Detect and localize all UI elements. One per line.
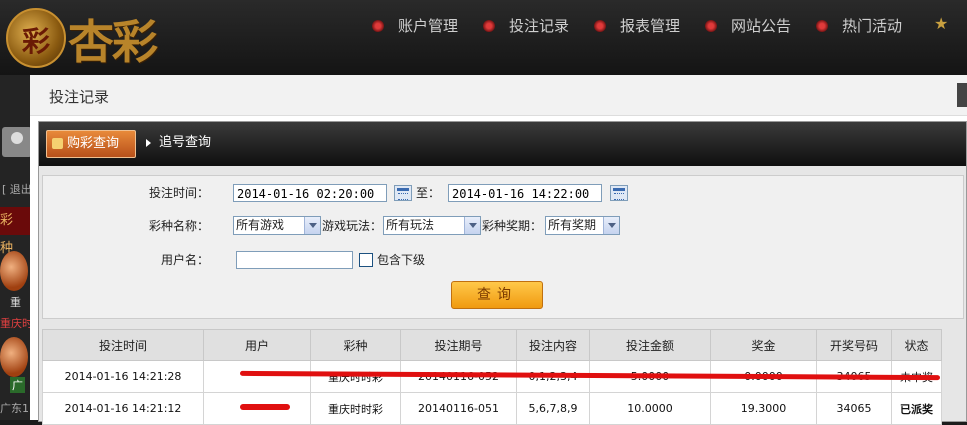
tab-label: 追号查询 — [159, 135, 212, 150]
to-label: 至： — [416, 186, 441, 200]
column-header[interactable]: 状态 — [891, 329, 942, 361]
column-header[interactable]: 投注时间 — [42, 329, 204, 361]
draw-period-select[interactable]: 所有奖期 — [545, 216, 620, 235]
bullet-icon — [594, 20, 606, 32]
dialog-title-bar[interactable]: 投注记录 — [30, 75, 967, 116]
nav-label: 网站公告 — [731, 17, 792, 35]
star-icon[interactable]: ★ — [934, 14, 948, 33]
column-header[interactable]: 奖金 — [710, 329, 817, 361]
redaction-stroke — [240, 404, 290, 410]
bullet-icon — [483, 20, 495, 32]
username-input[interactable] — [236, 251, 353, 269]
logout-link[interactable]: [ 退出 — [2, 181, 32, 197]
bullet-icon — [372, 20, 384, 32]
filter-panel: 投注时间： 2014-01-16 02:20:00 至： 2014-01-16 … — [42, 175, 964, 319]
nav-label: 热门活动 — [842, 17, 903, 35]
nav-label: 账户管理 — [398, 17, 459, 35]
table-header-row: 投注时间 用户 彩种 投注期号 投注内容 投注金额 奖金 开奖号码 状态 — [42, 329, 942, 361]
bullet-icon — [816, 20, 828, 32]
column-header[interactable]: 投注内容 — [516, 329, 590, 361]
sidebar-red-label: 重庆时 — [0, 317, 33, 330]
tabs-bar: 购彩查询 追号查询 — [39, 122, 966, 166]
nav-label: 投注记录 — [509, 17, 570, 35]
close-icon[interactable] — [957, 83, 967, 107]
bet-time-label: 投注时间： — [149, 186, 210, 200]
start-time-input[interactable]: 2014-01-16 02:20:00 — [233, 184, 387, 202]
cell-user — [203, 360, 311, 393]
include-subordinates-label: 包含下级 — [377, 253, 426, 267]
calendar-icon[interactable] — [610, 185, 628, 201]
sidebar-game-label: 重 — [10, 296, 21, 309]
calendar-icon[interactable] — [394, 185, 412, 201]
bet-records-dialog: 投注记录 购彩查询 追号查询 投注时间： 2014-01-16 02:20:00… — [30, 75, 967, 425]
username-label: 用户名： — [161, 253, 210, 267]
ticket-icon — [52, 138, 63, 149]
chevron-down-icon — [304, 217, 320, 234]
site-logo[interactable]: 彩 杏彩 — [4, 2, 194, 70]
bullet-icon — [705, 20, 717, 32]
game-select-value: 所有游戏 — [236, 218, 285, 232]
column-header[interactable]: 投注期号 — [400, 329, 517, 361]
arrow-right-icon — [146, 139, 151, 147]
end-time-input[interactable]: 2014-01-16 14:22:00 — [448, 184, 602, 202]
game-select[interactable]: 所有游戏 — [233, 216, 321, 235]
dialog-title: 投注记录 — [49, 88, 110, 106]
play-type-select[interactable]: 所有玩法 — [383, 216, 481, 235]
nav-label: 报表管理 — [620, 17, 681, 35]
logo-emblem-text: 彩 — [21, 25, 50, 58]
play-type-label: 游戏玩法： — [322, 219, 383, 233]
avatar — [2, 127, 32, 157]
chevron-down-icon — [603, 217, 619, 234]
sidebar-badge: 广 — [10, 377, 25, 393]
logo-emblem-icon: 彩 — [6, 8, 66, 68]
cell-bet-time: 2014-01-16 14:21:28 — [42, 360, 204, 393]
game-ball-icon[interactable] — [0, 251, 28, 291]
column-header[interactable]: 彩种 — [310, 329, 401, 361]
query-button[interactable]: 查询 — [451, 281, 543, 309]
draw-period-label: 彩种奖期： — [482, 219, 543, 233]
draw-period-select-value: 所有奖期 — [548, 218, 597, 232]
tab-label: 购彩查询 — [67, 136, 120, 151]
sidebar-section-title: 彩 种 — [0, 207, 30, 256]
column-header[interactable]: 用户 — [203, 329, 311, 361]
include-subordinates-checkbox[interactable] — [359, 253, 373, 267]
sidebar-section-label: 彩 种 — [0, 213, 14, 256]
game-ball-icon[interactable] — [0, 337, 28, 377]
chevron-down-icon — [464, 217, 480, 234]
sidebar-region-label: 广东1 — [0, 402, 29, 415]
column-header[interactable]: 开奖号码 — [816, 329, 892, 361]
tab-purchase-query[interactable]: 购彩查询 — [46, 130, 136, 158]
play-type-select-value: 所有玩法 — [386, 218, 435, 232]
top-bar: 彩 杏彩 账户管理 投注记录 报表管理 网站公告 热门活动 ★ — [0, 0, 967, 75]
game-name-label: 彩种名称： — [149, 219, 210, 233]
logo-text: 杏彩 — [68, 15, 158, 69]
column-header[interactable]: 投注金额 — [589, 329, 711, 361]
